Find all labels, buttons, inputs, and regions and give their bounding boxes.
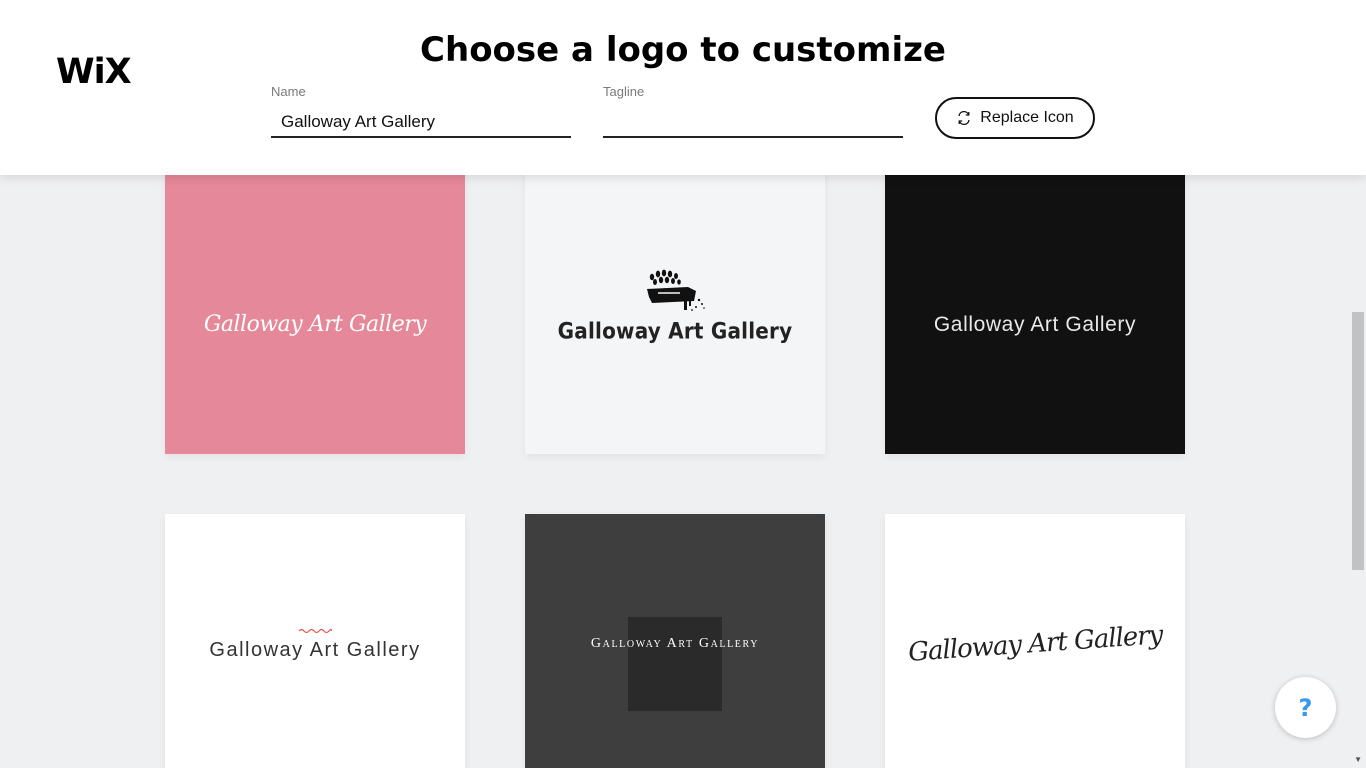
page-title: Choose a logo to customize bbox=[420, 30, 946, 70]
refresh-icon bbox=[958, 110, 970, 126]
scroll-down-arrow-icon[interactable]: ▼ bbox=[1354, 755, 1362, 764]
logo-text: Galloway Art Gallery bbox=[933, 312, 1137, 336]
name-input[interactable] bbox=[271, 102, 571, 138]
brush-splash-icon bbox=[647, 269, 705, 311]
logo-card-5[interactable]: Galloway Art Gallery bbox=[525, 514, 825, 768]
logo-text: Galloway Art Gallery bbox=[203, 312, 427, 337]
name-label: Name bbox=[271, 84, 306, 99]
replace-icon-button[interactable]: Replace Icon bbox=[935, 97, 1095, 139]
logo-card-3[interactable]: Galloway Art Gallery bbox=[885, 155, 1185, 454]
logo-card-6[interactable]: Galloway Art Gallery bbox=[885, 514, 1185, 768]
logo-card-2[interactable]: Galloway Art Gallery bbox=[525, 155, 825, 454]
logo-text: Galloway Art Gallery bbox=[906, 620, 1164, 668]
scrollbar-thumb[interactable] bbox=[1352, 312, 1364, 570]
logo-text: Galloway Art Gallery bbox=[590, 636, 760, 651]
logo-card-1[interactable]: Galloway Art Gallery bbox=[165, 155, 465, 454]
tagline-field: Tagline bbox=[603, 84, 903, 138]
logo-square-shape bbox=[628, 617, 722, 711]
tagline-label: Tagline bbox=[603, 84, 645, 99]
logo-text: Galloway Art Gallery bbox=[209, 638, 421, 661]
logo-card-4[interactable]: Galloway Art Gallery bbox=[165, 514, 465, 768]
replace-icon-label: Replace Icon bbox=[980, 109, 1074, 126]
tagline-input[interactable] bbox=[603, 102, 903, 138]
header: WiX Choose a logo to customize Name Tagl… bbox=[0, 0, 1366, 175]
wave-icon bbox=[298, 628, 332, 633]
logo-text: Galloway Art Gallery bbox=[557, 317, 793, 344]
name-field: Name bbox=[271, 84, 571, 138]
help-button[interactable]: ? bbox=[1275, 677, 1336, 738]
